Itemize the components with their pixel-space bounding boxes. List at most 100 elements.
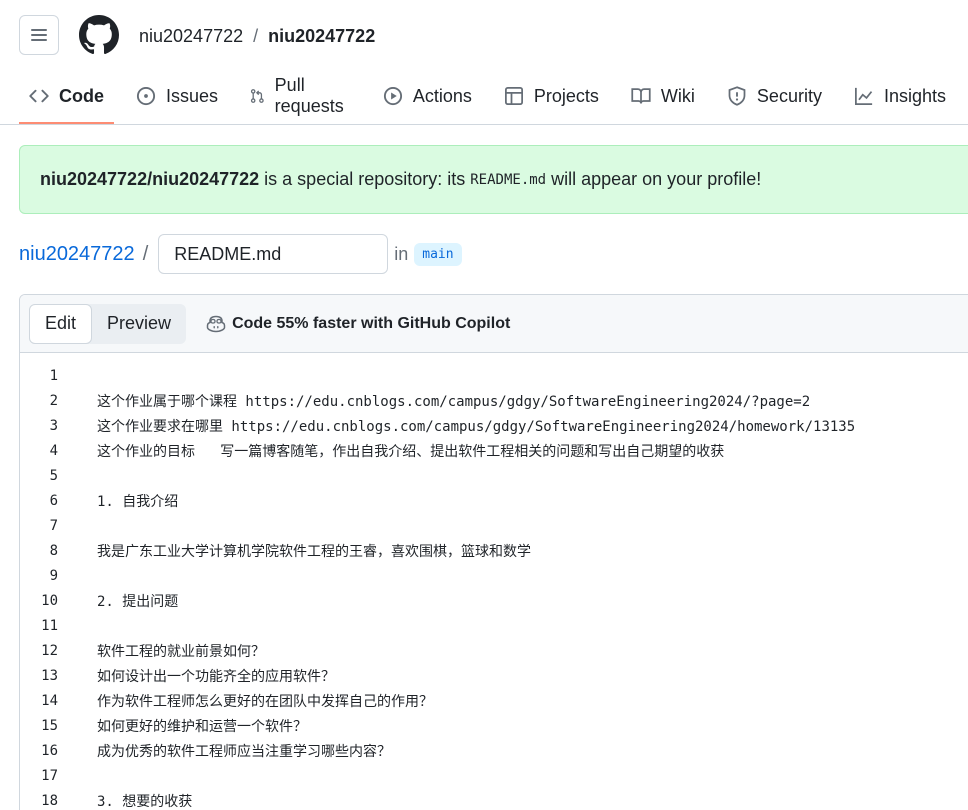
code-icon	[29, 89, 49, 103]
line-number: 15	[41, 717, 58, 734]
code-line[interactable]: 1	[20, 363, 968, 388]
tab-wiki[interactable]: Wiki	[621, 74, 705, 118]
editor-toolbar: Edit Preview Code 55% faster with GitHub…	[20, 295, 968, 353]
code-line[interactable]: 2 这个作业属于哪个课程 https://edu.cnblogs.com/camp…	[20, 388, 968, 413]
table-icon	[504, 87, 523, 105]
line-number: 2	[49, 392, 58, 409]
line-text: 软件工程的就业前景如何？	[97, 643, 265, 660]
code-line[interactable]: 18 3. 想要的收获	[20, 788, 968, 810]
banner-repo-name: niu20247722/niu20247722	[40, 169, 260, 189]
line-text: 作为软件工程师怎么更好的在团队中发挥自己的作用？	[97, 693, 433, 710]
tab-edit[interactable]: Edit	[29, 303, 93, 344]
graph-icon	[854, 87, 873, 105]
line-text: 如何设计出一个功能齐全的应用软件？	[97, 668, 335, 685]
tab-projects[interactable]: Projects	[494, 74, 609, 118]
line-number: 9	[49, 567, 58, 584]
code-line[interactable]: 5	[20, 463, 968, 488]
tab-label: Projects	[533, 85, 599, 106]
code-line[interactable]: 8 我是广东工业大学计算机学院软件工程的王睿，喜欢围棋，篮球和数学	[20, 538, 968, 563]
file-path-row: niu20247722 / in main	[19, 234, 462, 274]
line-text: 1. 自我介绍	[97, 493, 179, 510]
hamburger-icon	[31, 29, 47, 41]
tab-pull-requests[interactable]: Pull requests	[240, 74, 361, 118]
tab-label: Security	[756, 85, 822, 106]
code-line[interactable]: 12 软件工程的就业前景如何？	[20, 638, 968, 663]
tab-label: Wiki	[660, 85, 695, 106]
code-line[interactable]: 3 这个作业要求在哪里 https://edu.cnblogs.com/campu…	[20, 413, 968, 438]
copilot-icon	[206, 315, 226, 332]
tab-actions[interactable]: Actions	[373, 74, 482, 118]
code-area[interactable]: 1 2 这个作业属于哪个课程 https://edu.cnblogs.com/cam…	[20, 353, 968, 810]
repo-header: niu20247722 / niu20247722 Code Issues Pu…	[0, 0, 968, 125]
line-text: 我是广东工业大学计算机学院软件工程的王睿，喜欢围棋，篮球和数学	[97, 543, 531, 560]
line-number: 1	[49, 367, 58, 384]
code-line[interactable]: 9	[20, 563, 968, 588]
banner-text: is a special repository: its	[264, 169, 466, 189]
owner-link[interactable]: niu20247722	[139, 24, 243, 48]
line-number: 14	[41, 692, 58, 709]
code-line[interactable]: 7	[20, 513, 968, 538]
line-text: 2. 提出问题	[97, 593, 179, 610]
line-text: 这个作业属于哪个课程 https://edu.cnblogs.com/campu…	[97, 393, 811, 410]
code-line[interactable]: 6 1. 自我介绍	[20, 488, 968, 513]
line-number: 13	[41, 667, 58, 684]
line-number: 17	[41, 767, 58, 784]
code-line[interactable]: 17	[20, 763, 968, 788]
line-number: 7	[49, 517, 58, 534]
banner-code: README.md	[470, 171, 547, 188]
tab-preview[interactable]: Preview	[92, 304, 186, 344]
tab-issues[interactable]: Issues	[126, 74, 228, 118]
line-text: 3. 想要的收获	[97, 793, 193, 810]
repo-nav: Code Issues Pull requests Actions Projec…	[19, 74, 968, 124]
line-number: 12	[41, 642, 58, 659]
line-number: 16	[41, 742, 58, 759]
code-line[interactable]: 14 作为软件工程师怎么更好的在团队中发挥自己的作用？	[20, 688, 968, 713]
breadcrumb-separator: /	[253, 26, 259, 46]
book-icon	[631, 88, 651, 104]
tab-security[interactable]: Security	[717, 74, 832, 118]
file-editor: Edit Preview Code 55% faster with GitHub…	[19, 294, 968, 810]
line-number: 18	[41, 792, 58, 809]
line-number: 8	[49, 542, 58, 559]
tab-label: Actions	[412, 85, 472, 106]
code-line[interactable]: 16 成为优秀的软件工程师应当注重学习哪些内容？	[20, 738, 968, 763]
copilot-promo[interactable]: Code 55% faster with GitHub Copilot	[206, 315, 510, 333]
pull-request-icon	[250, 89, 264, 103]
code-line[interactable]: 11	[20, 613, 968, 638]
tab-insights[interactable]: Insights	[844, 74, 956, 118]
in-label: in	[394, 243, 409, 264]
code-line[interactable]: 4 这个作业的目标 写一篇博客随笔，作出自我介绍、提出软件工程相关的问题和写出自己…	[20, 438, 968, 463]
line-text: 如何更好的维护和运营一个软件？	[97, 718, 307, 735]
line-number: 3	[49, 417, 58, 434]
issue-icon	[136, 86, 156, 106]
line-number: 6	[49, 492, 58, 509]
play-icon	[383, 86, 402, 106]
filename-input[interactable]	[158, 234, 389, 274]
tab-label: Pull requests	[274, 75, 344, 116]
code-line[interactable]: 15 如何更好的维护和运营一个软件？	[20, 713, 968, 738]
copilot-label: Code 55% faster with GitHub Copilot	[232, 314, 511, 332]
path-separator: /	[142, 242, 149, 265]
banner-text-after: will appear on your profile!	[551, 169, 762, 189]
line-number: 11	[41, 617, 58, 634]
tab-label: Code	[59, 85, 104, 106]
tab-code[interactable]: Code	[19, 74, 114, 124]
line-text: 成为优秀的软件工程师应当注重学习哪些内容？	[97, 743, 391, 760]
tab-label: Insights	[883, 85, 946, 106]
line-text: 这个作业要求在哪里 https://edu.cnblogs.com/campus…	[97, 418, 856, 435]
path-owner-link[interactable]: niu20247722	[19, 243, 135, 266]
line-number: 5	[49, 467, 58, 484]
repo-link[interactable]: niu20247722	[268, 24, 375, 48]
tab-label: Issues	[166, 85, 219, 106]
code-line[interactable]: 10 2. 提出问题	[20, 588, 968, 613]
github-logo-icon[interactable]	[79, 15, 119, 55]
menu-button[interactable]	[19, 15, 59, 55]
special-repo-banner: niu20247722/niu20247722 is a special rep…	[19, 145, 968, 214]
code-line[interactable]: 13 如何设计出一个功能齐全的应用软件？	[20, 663, 968, 688]
line-number: 10	[41, 592, 58, 609]
line-number: 4	[49, 442, 58, 459]
editor-tabs: Edit Preview	[29, 303, 187, 344]
shield-icon	[728, 86, 746, 106]
line-text: 这个作业的目标 写一篇博客随笔，作出自我介绍、提出软件工程相关的问题和写出自己期…	[97, 443, 725, 460]
branch-badge[interactable]: main	[414, 242, 462, 266]
